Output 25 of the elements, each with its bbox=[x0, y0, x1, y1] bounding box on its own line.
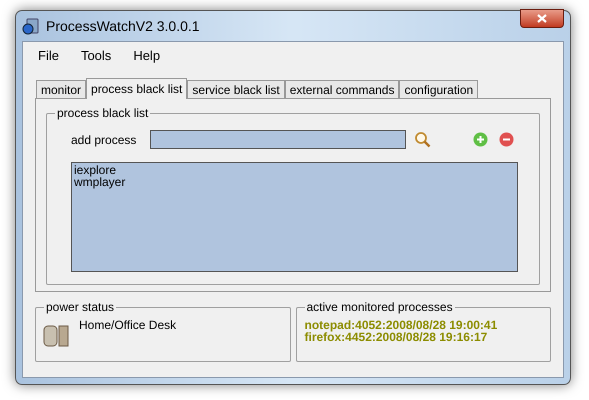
list-item[interactable]: wmplayer bbox=[74, 176, 515, 188]
process-entry: firefox:4452:2008/08/28 19:16:17 bbox=[304, 331, 488, 343]
menu-item[interactable]: Tools bbox=[80, 46, 112, 66]
tab[interactable]: monitor bbox=[36, 80, 86, 98]
add-process-label: add process bbox=[71, 132, 138, 148]
group-title: active monitored processes bbox=[304, 299, 455, 315]
app-icon bbox=[22, 17, 40, 35]
group-title: process black list bbox=[55, 105, 150, 121]
menu-item[interactable]: Help bbox=[133, 46, 160, 66]
search-icon[interactable] bbox=[414, 131, 431, 148]
tab[interactable]: external commands bbox=[284, 80, 400, 98]
add-icon[interactable] bbox=[473, 132, 488, 147]
remove-icon[interactable] bbox=[499, 132, 514, 147]
list-item[interactable]: iexplore bbox=[74, 164, 515, 176]
window-title: ProcessWatchV2 3.0.0.1 bbox=[46, 16, 200, 36]
tab[interactable]: service black list bbox=[187, 80, 285, 98]
process-input[interactable] bbox=[150, 130, 406, 149]
process-list[interactable]: iexplore wmplayer bbox=[71, 162, 518, 272]
close-icon bbox=[537, 14, 547, 23]
process-entry: notepad:4052:2008/08/28 19:00:41 bbox=[304, 319, 498, 331]
tab[interactable]: configuration bbox=[399, 80, 478, 98]
tab[interactable]: process black list bbox=[86, 78, 188, 99]
close-button[interactable] bbox=[520, 9, 564, 28]
menu-item[interactable]: File bbox=[38, 46, 59, 66]
power-status-value: Home/Office Desk bbox=[79, 318, 176, 334]
